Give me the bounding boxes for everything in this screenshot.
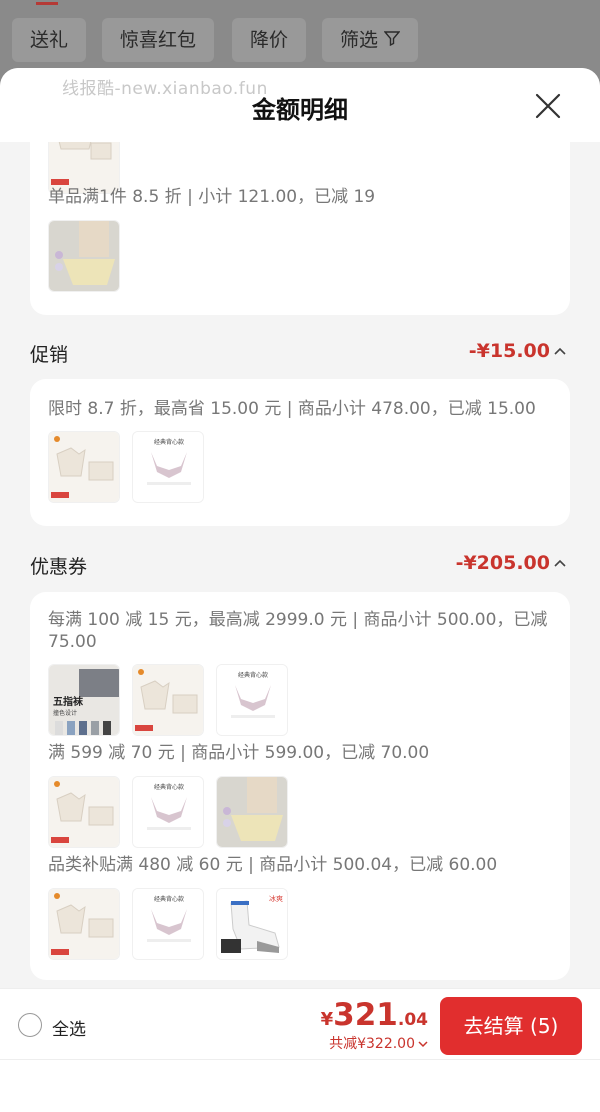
sheet-header: 线报酷-new.xianbao.fun 金额明细: [0, 68, 600, 142]
coupon-card: 每满 100 减 15 元，最高减 2999.0 元 | 商品小计 500.00…: [30, 592, 570, 980]
filter-icon: [383, 19, 401, 63]
product-thumb-pajamas[interactable]: [132, 664, 204, 736]
promotion-amount[interactable]: -¥15.00: [469, 340, 566, 362]
thumb-label: 经典背心款: [154, 783, 184, 791]
product-thumb-pajamas[interactable]: [48, 776, 120, 848]
product-thumb-bra[interactable]: 经典背心款: [132, 431, 204, 503]
thumb-label: 冰爽: [269, 894, 283, 903]
coupon-amount[interactable]: -¥205.00: [456, 552, 566, 574]
select-all-radio[interactable]: [18, 1013, 42, 1037]
active-tab-indicator: [36, 2, 58, 5]
chip-red-packet[interactable]: 惊喜红包: [102, 18, 215, 62]
product-thumbs: 五指袜 撞色设计 经典背心款: [48, 664, 288, 736]
thumb-label: 经典背心款: [238, 671, 268, 679]
product-thumbs: [48, 220, 120, 292]
section-title-coupon: 优惠券: [30, 556, 88, 578]
sheet-title: 金额明细: [252, 96, 348, 124]
chip-filter[interactable]: 筛选: [322, 18, 419, 63]
amount-detail-sheet: 线报酷-new.xianbao.fun 金额明细 单品满1件 8.5 折 | 小…: [0, 68, 600, 1112]
discount-rule: 单品满1件 8.5 折 | 小计 121.00，已减 19: [48, 187, 376, 207]
section-title-promotion: 促销: [30, 344, 69, 366]
product-thumb-underwear[interactable]: [216, 776, 288, 848]
promotion-rule: 限时 8.7 折，最高省 15.00 元 | 商品小计 478.00，已减 15…: [48, 399, 536, 419]
discount-card: 单品满1件 8.5 折 | 小计 121.00，已减 19: [30, 142, 570, 315]
footer-divider: [0, 1059, 600, 1060]
product-thumb-ankle-socks[interactable]: 冰爽: [216, 888, 288, 960]
product-thumbs: 经典背心款 冰爽: [48, 888, 288, 960]
thumb-label: 经典背心款: [154, 895, 184, 903]
coupon-rule: 品类补贴满 480 减 60 元 | 商品小计 500.04，已减 60.00: [48, 855, 498, 875]
chevron-up-icon: [554, 556, 566, 571]
total-price: ¥321.04: [320, 997, 428, 1033]
chip-price-drop[interactable]: 降价: [232, 18, 307, 62]
total-saved[interactable]: 共减¥322.00: [329, 1033, 428, 1053]
detail-scroll-area[interactable]: 单品满1件 8.5 折 | 小计 121.00，已减 19 促销 -¥15.00…: [0, 142, 600, 992]
product-thumb-underwear[interactable]: [48, 220, 120, 292]
thumb-label: 五指袜: [53, 695, 84, 708]
promotion-card: 限时 8.7 折，最高省 15.00 元 | 商品小计 478.00，已减 15…: [30, 379, 570, 526]
close-icon[interactable]: [534, 92, 562, 120]
product-thumbs: 经典背心款: [48, 776, 288, 848]
checkout-footer: 全选 ¥321.04 共减¥322.00 去结算 (5): [0, 988, 600, 1112]
coupon-rule: 每满 100 减 15 元，最高减 2999.0 元 | 商品小计 500.00…: [48, 610, 548, 652]
product-thumb-socks[interactable]: 五指袜 撞色设计: [48, 664, 120, 736]
product-thumbs: 经典背心款: [48, 431, 204, 503]
chevron-down-icon: [418, 1036, 428, 1052]
chevron-up-icon: [554, 344, 566, 359]
product-thumb-pajamas[interactable]: [48, 431, 120, 503]
coupon-rule: 满 599 减 70 元 | 商品小计 599.00，已减 70.00: [48, 743, 430, 763]
chip-gift[interactable]: 送礼: [12, 18, 87, 62]
product-thumb-bra[interactable]: 经典背心款: [132, 888, 204, 960]
checkout-button[interactable]: 去结算 (5): [440, 997, 582, 1055]
product-thumb-pajamas[interactable]: [48, 888, 120, 960]
thumb-label: 撞色设计: [53, 709, 77, 717]
product-thumb-bra[interactable]: 经典背心款: [216, 664, 288, 736]
select-all-label[interactable]: 全选: [52, 1015, 86, 1040]
thumb-label: 经典背心款: [154, 438, 184, 446]
product-thumb-bra[interactable]: 经典背心款: [132, 776, 204, 848]
